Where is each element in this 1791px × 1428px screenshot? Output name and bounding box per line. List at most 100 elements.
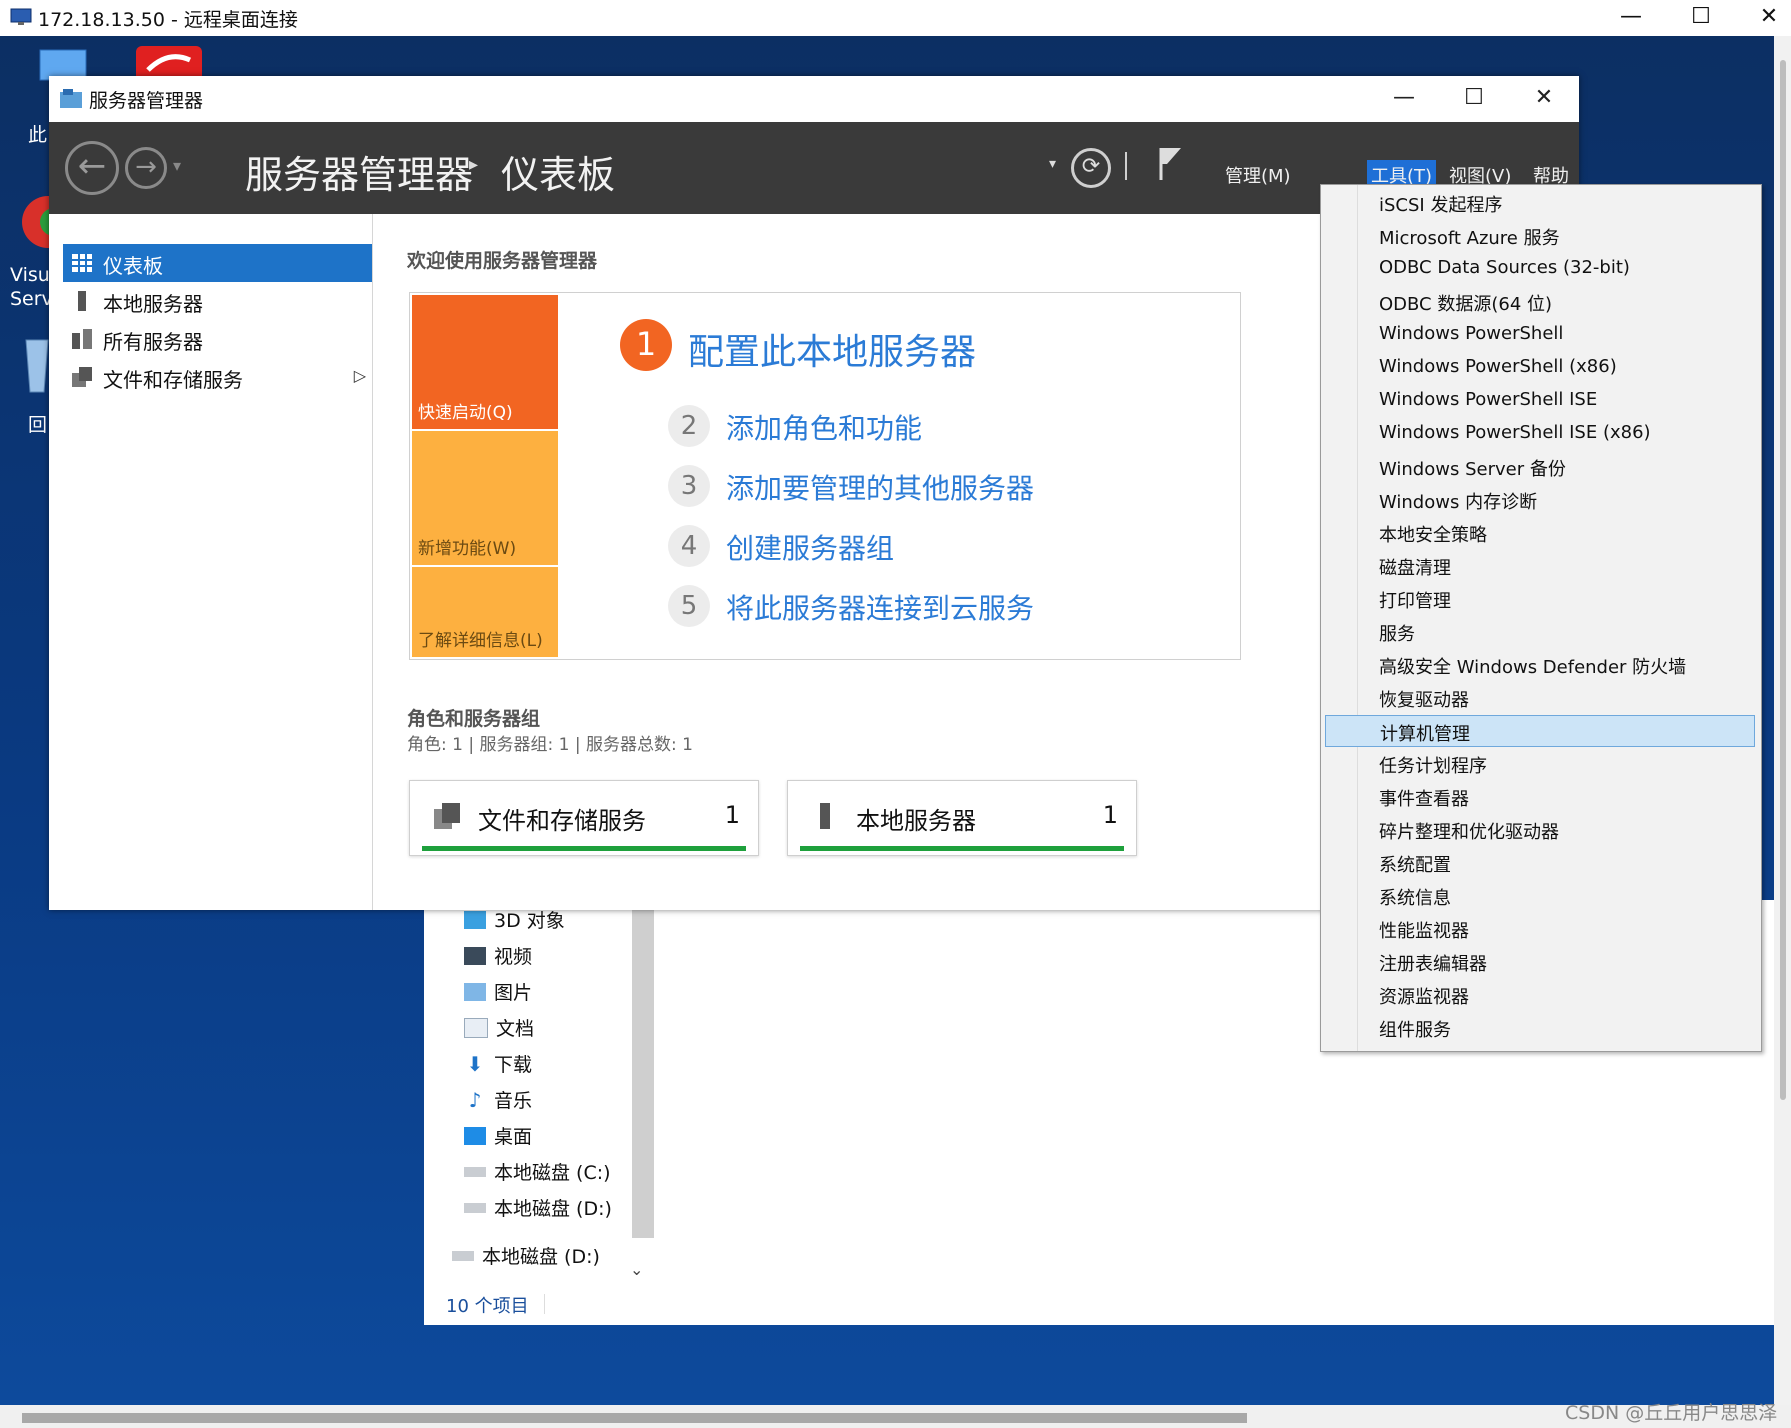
drive-icon — [464, 1166, 486, 1177]
tools-item-print-management[interactable]: 打印管理 — [1325, 583, 1755, 615]
forward-button[interactable]: → — [125, 147, 167, 189]
tools-item-computer-management[interactable]: 计算机管理 — [1325, 715, 1755, 747]
tools-item-component-services[interactable]: 组件服务 — [1325, 1012, 1755, 1044]
window-title: 服务器管理器 — [89, 90, 204, 112]
refresh-dropdown-icon[interactable]: ▾ — [1049, 156, 1056, 172]
rdp-close-button[interactable]: ✕ — [1734, 0, 1791, 36]
tree-item-pictures[interactable]: 图片 — [464, 978, 532, 1012]
servers-icon — [72, 329, 92, 349]
nav-file-storage[interactable]: 文件和存储服务 ▷ — [63, 358, 372, 396]
drive-icon — [452, 1250, 474, 1261]
role-card-count: 1 — [724, 801, 740, 829]
nav-dashboard[interactable]: 仪表板 — [63, 244, 372, 282]
tools-item-system-configuration[interactable]: 系统配置 — [1325, 847, 1755, 879]
step-5-link[interactable]: 将此服务器连接到云服务 — [726, 587, 1034, 627]
horizontal-scrollbar[interactable] — [0, 1405, 1791, 1428]
tools-item-azure[interactable]: Microsoft Azure 服务 — [1325, 220, 1755, 252]
step-3-link[interactable]: 添加要管理的其他服务器 — [726, 467, 1034, 507]
role-card-name: 文件和存储服务 — [478, 807, 646, 835]
tools-item-disk-cleanup[interactable]: 磁盘清理 — [1325, 550, 1755, 582]
rdp-maximize-button[interactable]: ☐ — [1666, 0, 1736, 36]
nav-all-servers[interactable]: 所有服务器 — [63, 320, 372, 358]
close-button[interactable]: ✕ — [1509, 76, 1579, 122]
expand-arrow-icon[interactable]: ▷ — [354, 366, 366, 385]
tools-item-label: 碎片整理和优化驱动器 — [1379, 822, 1559, 843]
tools-item-system-information[interactable]: 系统信息 — [1325, 880, 1755, 912]
refresh-icon: ⟳ — [1081, 154, 1101, 179]
tile-learn-more[interactable]: 了解详细信息(L) — [412, 567, 558, 657]
history-dropdown-icon[interactable]: ▾ — [173, 156, 181, 175]
tools-item-registry-editor[interactable]: 注册表编辑器 — [1325, 946, 1755, 978]
navigation-scrollbar[interactable] — [632, 908, 654, 1238]
tree-item-video[interactable]: 视频 — [464, 942, 532, 976]
desktop-label-this-pc: 此 — [28, 124, 48, 146]
tools-item-services[interactable]: 服务 — [1325, 616, 1755, 648]
tools-item-firewall[interactable]: 高级安全 Windows Defender 防火墙 — [1325, 649, 1755, 681]
tools-item-powershell[interactable]: Windows PowerShell — [1325, 319, 1755, 351]
tools-item-label: 恢复驱动器 — [1379, 690, 1469, 711]
nav-local-server[interactable]: 本地服务器 — [63, 282, 372, 320]
notifications-flag-icon[interactable] — [1157, 146, 1185, 182]
tools-item-label: 本地安全策略 — [1379, 525, 1487, 546]
tools-item-iscsi[interactable]: iSCSI 发起程序 — [1325, 187, 1755, 219]
tools-item-label: 磁盘清理 — [1379, 558, 1451, 579]
tree-item-drive-d-network[interactable]: 本地磁盘 (D:) — [452, 1242, 600, 1276]
tree-item-desktop[interactable]: 桌面 — [464, 1122, 532, 1156]
tools-item-recovery-drive[interactable]: 恢复驱动器 — [1325, 682, 1755, 714]
rdp-minimize-button[interactable]: — — [1596, 0, 1666, 36]
breadcrumb-page: 仪表板 — [501, 153, 616, 197]
tools-item-resource-monitor[interactable]: 资源监视器 — [1325, 979, 1755, 1011]
recycle-bin-icon[interactable] — [22, 336, 52, 396]
tools-item-label: ODBC Data Sources (32-bit) — [1379, 257, 1630, 278]
tools-item-local-security-policy[interactable]: 本地安全策略 — [1325, 517, 1755, 549]
tile-whats-new-label: 新增功能(W) — [418, 539, 517, 559]
tools-item-label: iSCSI 发起程序 — [1379, 195, 1503, 216]
music-icon: ♪ — [468, 1087, 482, 1112]
tree-item-3d-objects[interactable]: 3D 对象 — [464, 906, 565, 940]
roles-summary: 角色: 1 | 服务器组: 1 | 服务器总数: 1 — [407, 735, 693, 755]
tile-learn-more-label: 了解详细信息(L) — [418, 631, 543, 651]
tile-quick-start[interactable]: 快速启动(Q) — [412, 295, 558, 429]
step-1-link[interactable]: 配置此本地服务器 — [688, 323, 976, 375]
tools-item-powershell-ise-x86[interactable]: Windows PowerShell ISE (x86) — [1325, 418, 1755, 450]
tools-item-label: Windows PowerShell ISE (x86) — [1379, 422, 1651, 443]
menu-manage[interactable]: 管理(M) — [1225, 162, 1291, 188]
tools-item-event-viewer[interactable]: 事件查看器 — [1325, 781, 1755, 813]
tree-item-downloads[interactable]: ⬇ 下载 — [464, 1050, 532, 1084]
tree-item-drive-c[interactable]: 本地磁盘 (C:) — [464, 1158, 611, 1192]
maximize-button[interactable]: ☐ — [1439, 76, 1509, 122]
horizontal-scrollbar-thumb[interactable] — [22, 1413, 1247, 1423]
tools-item-odbc-64[interactable]: ODBC 数据源(64 位) — [1325, 286, 1755, 318]
vertical-scrollbar[interactable] — [1780, 60, 1786, 1100]
minimize-button[interactable]: — — [1369, 76, 1439, 122]
tools-item-label: 系统信息 — [1379, 888, 1451, 909]
tools-item-label: 高级安全 Windows Defender 防火墙 — [1379, 657, 1687, 678]
tools-item-label: ODBC 数据源(64 位) — [1379, 294, 1553, 315]
scroll-down-icon[interactable]: ⌄ — [630, 1260, 643, 1279]
tools-item-memory-diagnostic[interactable]: Windows 内存诊断 — [1325, 484, 1755, 516]
refresh-button[interactable]: ⟳ — [1071, 148, 1111, 188]
role-card-file-storage[interactable]: 文件和存储服务 1 — [409, 780, 759, 856]
nav-local-server-label: 本地服务器 — [103, 292, 203, 316]
tools-item-powershell-ise[interactable]: Windows PowerShell ISE — [1325, 385, 1755, 417]
tile-whats-new[interactable]: 新增功能(W) — [412, 431, 558, 565]
tools-item-label: 服务 — [1379, 624, 1415, 645]
step-4-link[interactable]: 创建服务器组 — [726, 527, 894, 567]
tree-item-music[interactable]: ♪ 音乐 — [464, 1086, 532, 1120]
tree-item-drive-d[interactable]: 本地磁盘 (D:) — [464, 1194, 612, 1228]
role-card-local-server[interactable]: 本地服务器 1 — [787, 780, 1137, 856]
nav-file-storage-label: 文件和存储服务 — [103, 368, 243, 392]
tools-item-defragment[interactable]: 碎片整理和优化驱动器 — [1325, 814, 1755, 846]
watermark: CSDN @丘丘用户思思泽 — [1565, 1402, 1778, 1424]
tree-item-documents[interactable]: 文档 — [464, 1014, 534, 1048]
tools-item-server-backup[interactable]: Windows Server 备份 — [1325, 451, 1755, 483]
tools-item-performance-monitor[interactable]: 性能监视器 — [1325, 913, 1755, 945]
tools-item-label: 系统配置 — [1379, 855, 1451, 876]
tools-item-odbc-32[interactable]: ODBC Data Sources (32-bit) — [1325, 253, 1755, 285]
step-2-link[interactable]: 添加角色和功能 — [726, 407, 922, 447]
tools-item-powershell-x86[interactable]: Windows PowerShell (x86) — [1325, 352, 1755, 384]
back-button[interactable]: ← — [65, 141, 119, 195]
tools-item-task-scheduler[interactable]: 任务计划程序 — [1325, 748, 1755, 780]
breadcrumb-root[interactable]: 服务器管理器 — [245, 144, 473, 199]
file-storage-icon — [72, 367, 92, 387]
